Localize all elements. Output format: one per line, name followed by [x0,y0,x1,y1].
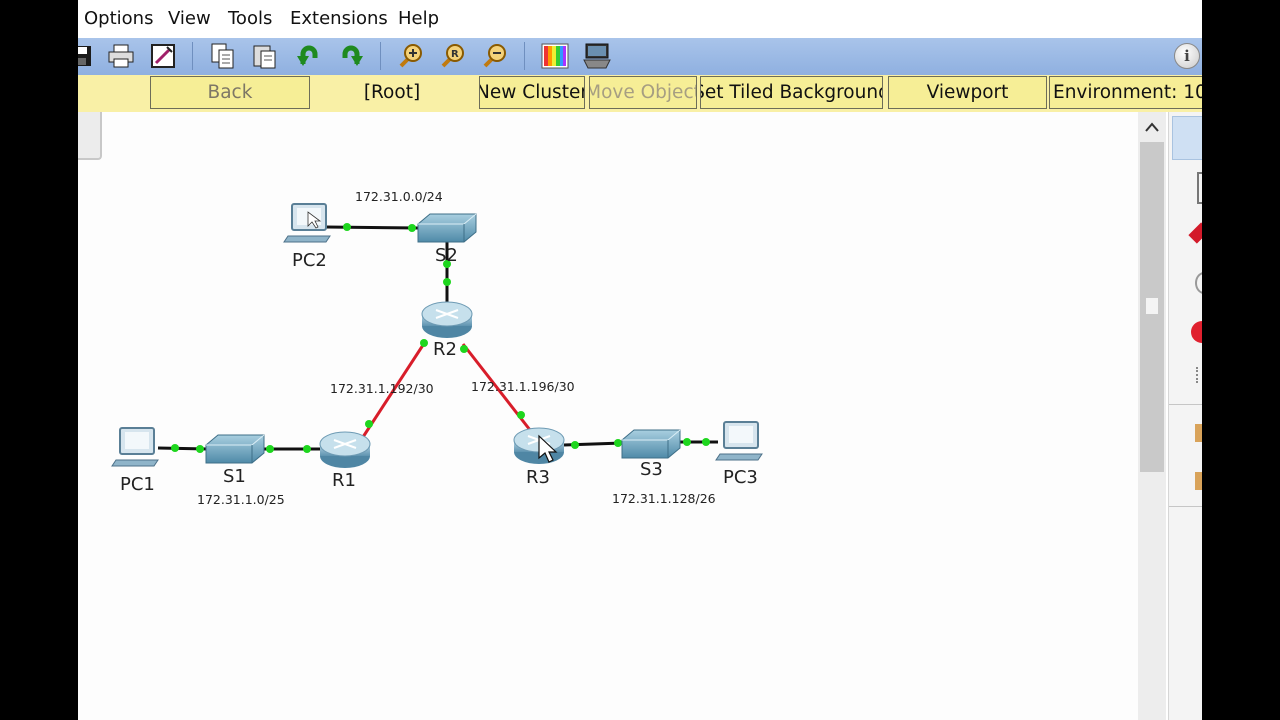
r1-r2-network-note: 172.31.1.192/30 [330,381,434,396]
redo-icon[interactable] [336,41,366,71]
print-icon[interactable] [106,41,136,71]
add-simple-pdu-icon[interactable] [1195,424,1202,442]
viewport-button[interactable]: Viewport [888,76,1047,109]
scroll-up-chevron-icon[interactable] [1138,112,1166,142]
link-pc1-s1[interactable] [157,444,209,453]
s1-switch[interactable] [205,434,265,464]
toolbar-separator [380,42,381,70]
undo-icon[interactable] [294,41,324,71]
r2-label: R2 [433,339,457,360]
inspect-tool-icon[interactable] [1197,172,1202,204]
select-tool-icon[interactable] [1172,116,1202,160]
s2-switch[interactable] [417,213,477,243]
menu-bar: Options View Tools Extensions Help [78,0,1202,38]
main-toolbar: R i [78,38,1202,75]
toolbar-separator [192,42,193,70]
link-s1-r1[interactable] [263,445,322,453]
add-complex-pdu-icon[interactable] [1195,472,1202,490]
toolbar-separator [524,42,525,70]
panel-divider [1169,506,1202,507]
zoom-out-icon[interactable] [480,41,510,71]
menu-tools[interactable]: Tools [228,8,272,29]
r2-router[interactable] [421,301,473,338]
environment-button[interactable]: Environment: 10: [1049,76,1202,109]
draw-tool-icon[interactable] [1196,367,1202,383]
paste-icon[interactable] [250,41,280,71]
panel-divider [1169,404,1202,405]
link-pc2-s2[interactable] [325,223,419,232]
pc2-device[interactable] [283,203,331,243]
menu-options[interactable]: Options [84,8,153,29]
zoom-in-icon[interactable] [396,41,426,71]
pc3-device[interactable] [715,421,763,461]
r1-router[interactable] [319,431,371,468]
pc1-device[interactable] [111,427,159,467]
pc1-label: PC1 [120,474,155,495]
s2-network-note: 172.31.0.0/24 [355,189,443,204]
zoom-reset-icon[interactable]: R [438,41,468,71]
palette-icon[interactable] [540,41,570,71]
s3-label: S3 [640,459,663,480]
info-icon[interactable]: i [1174,43,1200,69]
save-icon[interactable] [78,41,96,71]
r3-label: R3 [526,467,550,488]
s2-label: S2 [435,245,458,266]
menu-help[interactable]: Help [398,8,439,29]
workspace-nav-bar: Back [Root] New Cluster Move Object Set … [78,75,1202,112]
note-tool-icon[interactable] [1191,321,1202,343]
menu-view[interactable]: View [168,8,211,29]
link-r3-s3[interactable] [563,439,624,449]
s3-switch[interactable] [621,429,681,459]
s1-network-note: 172.31.1.0/25 [197,492,285,507]
link-s3-pc3[interactable] [680,438,718,446]
custom-device-icon[interactable] [582,41,612,71]
new-cluster-button[interactable]: New Cluster [479,76,585,109]
pc3-label: PC3 [723,467,758,488]
set-tiled-background-button[interactable]: Set Tiled Background [700,76,883,109]
packet-tracer-window: Options View Tools Extensions Help R i B… [78,0,1202,720]
svg-text:R: R [451,49,459,60]
copy-icon[interactable] [208,41,238,71]
move-object-button[interactable]: Move Object [589,76,697,109]
s1-label: S1 [223,466,246,487]
activity-wizard-icon[interactable] [148,41,178,71]
menu-extensions[interactable]: Extensions [290,8,388,29]
s3-network-note: 172.31.1.128/26 [612,491,716,506]
back-button[interactable]: Back [150,76,310,109]
scroll-grip [1146,298,1158,314]
pc2-label: PC2 [292,250,327,271]
workspace-vertical-scrollbar[interactable] [1138,112,1166,720]
common-tools-panel [1168,112,1202,720]
resize-tool-icon[interactable] [1195,272,1202,294]
logical-workspace[interactable]: PC2 S2 R2 PC1 S1 R1 R3 S3 PC3 172.31.0.0… [78,112,1138,720]
root-label: [Root] [363,82,421,103]
delete-tool-icon[interactable] [1188,222,1202,244]
r1-label: R1 [332,470,356,491]
r2-r3-network-note: 172.31.1.196/30 [471,379,575,394]
topology-diagram [111,203,763,468]
